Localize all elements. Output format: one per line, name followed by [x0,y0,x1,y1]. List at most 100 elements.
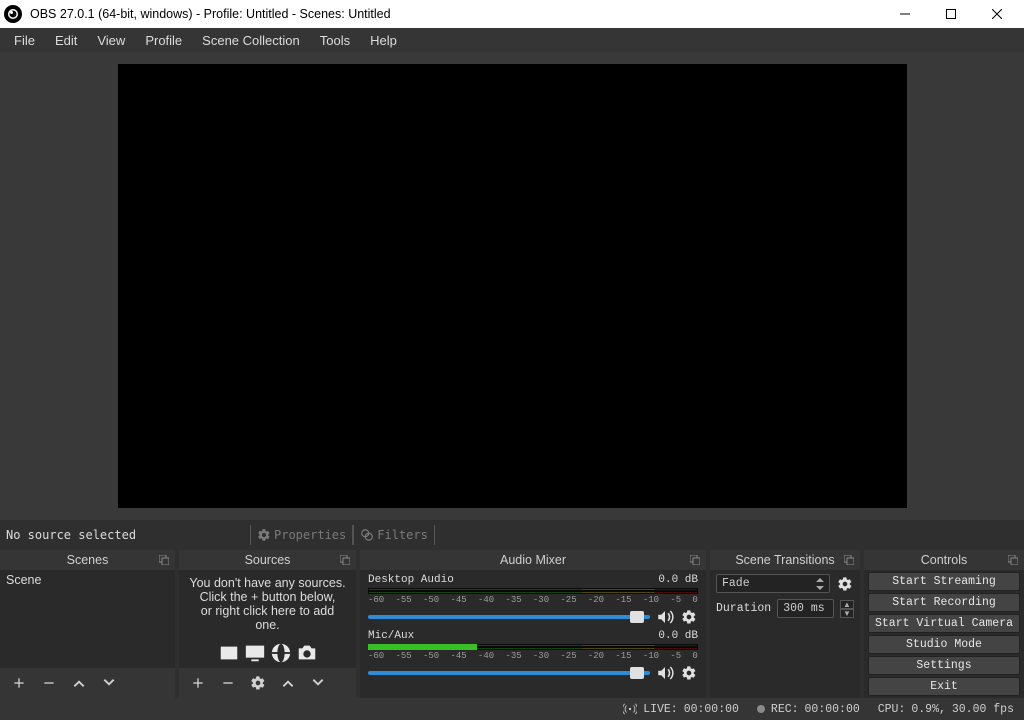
audio-meter [368,644,698,650]
scenes-title: Scenes [67,553,109,567]
panel-controls-header[interactable]: Controls [864,550,1024,570]
duration-spinner[interactable]: ▲▼ [840,600,854,618]
menu-profile[interactable]: Profile [135,30,192,51]
exit-button[interactable]: Exit [868,677,1020,696]
source-settings-button[interactable] [249,674,267,692]
sources-empty-line1: You don't have any sources. [189,576,346,590]
audio-title: Audio Mixer [500,553,566,567]
panel-sources-header[interactable]: Sources [179,550,356,570]
channel-name: Mic/Aux [368,630,414,642]
scene-item[interactable]: Scene [0,570,175,590]
context-bar: No source selected Properties Filters [0,520,1024,550]
remove-source-button[interactable] [219,674,237,692]
preview-canvas [118,64,907,508]
maximize-button[interactable] [928,0,974,28]
channel-db: 0.0 dB [658,630,698,642]
source-filters-button: Filters [353,525,435,545]
panel-scenes-header[interactable]: Scenes [0,550,175,570]
audio-channel-desktop: Desktop Audio 0.0 dB -60-55-50-45-40-35-… [360,570,706,626]
scenes-toolbar [0,668,175,698]
menu-help[interactable]: Help [360,30,407,51]
menu-scene-collection[interactable]: Scene Collection [192,30,310,51]
popout-icon[interactable] [842,553,856,567]
speaker-icon[interactable] [656,608,674,626]
preview-area[interactable] [0,52,1024,520]
volume-slider[interactable] [368,615,650,619]
transition-settings-button[interactable] [836,575,854,593]
audio-scale: -60-55-50-45-40-35-30-25-20-15-10-50 [368,651,698,661]
gear-icon[interactable] [680,608,698,626]
display-icon [244,642,266,664]
audio-scale: -60-55-50-45-40-35-30-25-20-15-10-50 [368,595,698,605]
start-recording-button[interactable]: Start Recording [868,593,1020,612]
popout-icon[interactable] [688,553,702,567]
channel-name: Desktop Audio [368,574,454,586]
broadcast-icon [623,702,637,716]
minimize-button[interactable] [882,0,928,28]
properties-label: Properties [274,528,346,542]
menu-file[interactable]: File [4,30,45,51]
audio-channel-mic: Mic/Aux 0.0 dB -60-55-50-45-40-35-30-25-… [360,626,706,682]
panel-scenes: Scenes Scene [0,550,175,698]
panel-audio-header[interactable]: Audio Mixer [360,550,706,570]
device-icons [218,642,318,664]
controls-body: Start Streaming Start Recording Start Vi… [864,570,1024,698]
sources-toolbar [179,668,356,698]
menubar: File Edit View Profile Scene Collection … [0,28,1024,52]
audio-meter [368,588,698,594]
menu-view[interactable]: View [87,30,135,51]
scene-down-button[interactable] [100,674,118,692]
no-source-label: No source selected [0,528,250,542]
filters-label: Filters [377,528,428,542]
status-rec: REC: 00:00:00 [757,703,860,716]
statusbar: LIVE: 00:00:00 REC: 00:00:00 CPU: 0.9%, … [0,698,1024,720]
sources-title: Sources [245,553,291,567]
gear-icon[interactable] [680,664,698,682]
popout-icon[interactable] [338,553,352,567]
globe-icon [270,642,292,664]
panel-transitions-header[interactable]: Scene Transitions [710,550,860,570]
sources-empty-line2: Click the + button below, [189,590,346,604]
window-title: OBS 27.0.1 (64-bit, windows) - Profile: … [30,7,882,21]
scenes-list[interactable]: Scene [0,570,175,668]
panel-sources: Sources You don't have any sources. Clic… [179,550,356,698]
settings-button[interactable]: Settings [868,656,1020,675]
controls-title: Controls [921,553,968,567]
app-icon [4,5,22,23]
panel-controls: Controls Start Streaming Start Recording… [864,550,1024,698]
start-virtual-camera-button[interactable]: Start Virtual Camera [868,614,1020,633]
source-properties-button: Properties [250,525,353,545]
duration-label: Duration [716,602,771,615]
popout-icon[interactable] [1006,553,1020,567]
camera-icon [296,642,318,664]
source-up-button[interactable] [279,674,297,692]
audio-body: Desktop Audio 0.0 dB -60-55-50-45-40-35-… [360,570,706,698]
transition-select[interactable]: Fade [716,574,830,593]
studio-mode-button[interactable]: Studio Mode [868,635,1020,654]
status-cpu: CPU: 0.9%, 30.00 fps [878,703,1014,716]
source-down-button[interactable] [309,674,327,692]
sources-list[interactable]: You don't have any sources. Click the + … [179,570,356,668]
transitions-title: Scene Transitions [735,553,834,567]
speaker-icon[interactable] [656,664,674,682]
menu-tools[interactable]: Tools [310,30,360,51]
volume-slider[interactable] [368,671,650,675]
sources-empty-line3: or right click here to add one. [189,604,346,632]
menu-edit[interactable]: Edit [45,30,87,51]
panel-audio-mixer: Audio Mixer Desktop Audio 0.0 dB -60-55-… [360,550,706,698]
duration-input[interactable]: 300 ms [777,599,834,618]
transitions-body: Fade Duration 300 ms ▲▼ [710,570,860,698]
add-source-button[interactable] [189,674,207,692]
add-scene-button[interactable] [10,674,28,692]
titlebar: OBS 27.0.1 (64-bit, windows) - Profile: … [0,0,1024,28]
panel-transitions: Scene Transitions Fade Duration 300 ms ▲… [710,550,860,698]
rec-dot-icon [757,705,765,713]
remove-scene-button[interactable] [40,674,58,692]
popout-icon[interactable] [157,553,171,567]
scene-up-button[interactable] [70,674,88,692]
start-streaming-button[interactable]: Start Streaming [868,572,1020,591]
close-button[interactable] [974,0,1020,28]
bottom-panels: Scenes Scene Sources You don't have any … [0,550,1024,698]
image-icon [218,642,240,664]
status-live: LIVE: 00:00:00 [623,702,739,716]
